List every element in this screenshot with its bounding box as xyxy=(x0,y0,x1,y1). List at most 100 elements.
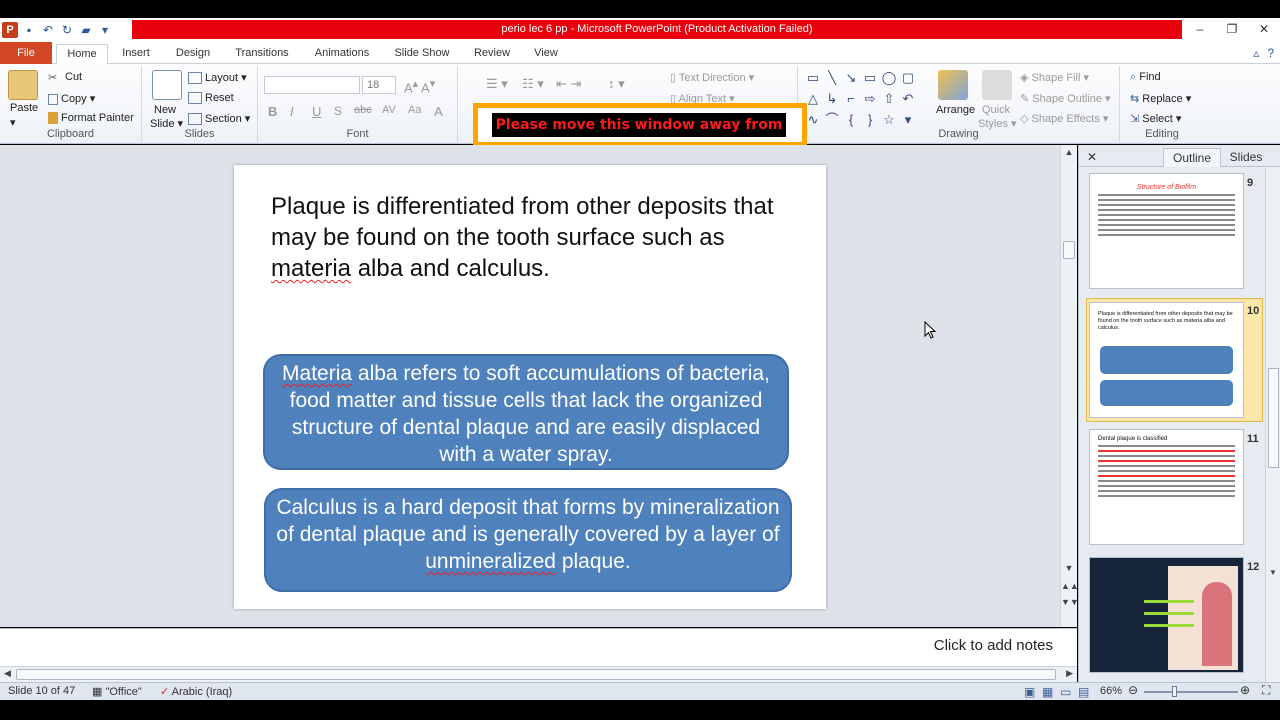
find-button[interactable]: ⌕ Find xyxy=(1130,71,1161,84)
overlay-warning-popup[interactable]: Please move this window away from xyxy=(473,103,807,147)
minimize-button[interactable]: – xyxy=(1184,18,1216,40)
tab-view[interactable]: View xyxy=(524,44,568,64)
calculus-box[interactable]: Calculus is a hard deposit that forms by… xyxy=(264,488,792,592)
strikethrough-icon[interactable]: abc xyxy=(354,104,372,116)
font-group: 18 A▴ A▾ B I U S abc AV Aa A Font xyxy=(258,66,458,142)
bullets-icon[interactable]: ☰ ▾ xyxy=(486,76,508,92)
tab-transitions[interactable]: Transitions xyxy=(228,44,296,64)
slide-editing-area[interactable]: Plaque is differentiated from other depo… xyxy=(0,145,1077,627)
maximize-button[interactable]: ❐ xyxy=(1216,18,1248,40)
slide-thumbnail-10[interactable]: Plaque is differentiated from other depo… xyxy=(1089,302,1244,418)
normal-view-icon[interactable]: ▣ xyxy=(1024,685,1035,699)
slide-title-text-1: Plaque is differentiated from other depo… xyxy=(271,193,774,251)
reset-label: Reset xyxy=(205,92,234,104)
replace-button[interactable]: ⇆ Replace ▾ xyxy=(1130,92,1191,105)
slide-thumbnail-11[interactable]: Dental plaque is classified xyxy=(1089,429,1244,545)
slide-thumbnail-12[interactable] xyxy=(1089,557,1244,673)
zoom-level[interactable]: 66% xyxy=(1100,685,1122,697)
underline-icon[interactable]: U xyxy=(312,104,321,119)
text-direction-button[interactable]: ▯ Text Direction ▾ xyxy=(670,71,754,84)
section-icon xyxy=(188,113,202,126)
reset-button[interactable]: Reset xyxy=(188,92,234,105)
slide-vertical-scrollbar[interactable]: ▲ ▼ ▲▲ ▼▼ xyxy=(1060,145,1079,627)
quick-styles-label[interactable]: Quick xyxy=(982,104,1010,116)
zoom-in-icon[interactable]: ⊕ xyxy=(1240,683,1250,697)
fit-to-window-icon[interactable]: ⛶ xyxy=(1262,683,1270,698)
language-indicator[interactable]: ✓ Arabic (Iraq) xyxy=(160,685,232,698)
overlay-warning-text: Please move this window away from xyxy=(492,113,786,137)
tab-animations[interactable]: Animations xyxy=(308,44,376,64)
new-slide-label[interactable]: New xyxy=(154,104,176,116)
font-size-dropdown[interactable]: 18 xyxy=(362,76,396,94)
previous-slide-icon[interactable]: ▲▲ xyxy=(1061,581,1079,591)
scroll-up-icon[interactable]: ▲ xyxy=(1061,147,1077,157)
horizontal-scrollbar[interactable]: ◀ ▶ xyxy=(0,666,1077,682)
italic-icon[interactable]: I xyxy=(290,104,294,119)
undo-icon[interactable]: ↶ xyxy=(40,22,56,38)
shape-effects-button[interactable]: ◇ Shape Effects ▾ xyxy=(1020,112,1108,125)
current-slide[interactable]: Plaque is differentiated from other depo… xyxy=(234,165,826,609)
tab-slides[interactable]: Slides xyxy=(1221,148,1271,167)
save-icon[interactable]: ▪ xyxy=(21,22,37,38)
scroll-left-icon[interactable]: ◀ xyxy=(4,668,11,679)
tab-review[interactable]: Review xyxy=(468,44,516,64)
zoom-slider-thumb[interactable] xyxy=(1172,686,1177,697)
shape-outline-button[interactable]: ✎ Shape Outline ▾ xyxy=(1020,92,1111,105)
format-painter-button[interactable]: Format Painter xyxy=(48,112,134,125)
shape-fill-button[interactable]: ◈ Shape Fill ▾ xyxy=(1020,71,1089,84)
powerpoint-logo-icon: P xyxy=(2,22,18,38)
line-spacing-icon[interactable]: ↕ ▾ xyxy=(608,76,625,92)
slide-sorter-icon[interactable]: ▦ xyxy=(1042,685,1053,699)
next-slide-icon[interactable]: ▼▼ xyxy=(1061,597,1079,607)
grow-font-icon[interactable]: A▴ A▾ xyxy=(404,77,435,95)
panel-scroll-thumb[interactable] xyxy=(1268,368,1279,468)
materia-alba-box[interactable]: Materia alba refers to soft accumulation… xyxy=(263,354,789,470)
panel-scrollbar[interactable]: ▼ xyxy=(1265,168,1280,682)
tab-file[interactable]: File xyxy=(0,42,52,64)
select-button[interactable]: ⇲ Select ▾ xyxy=(1130,112,1181,125)
decrease-indent-icon[interactable]: ⇤ ⇥ xyxy=(556,76,581,92)
tab-insert[interactable]: Insert xyxy=(112,44,160,64)
zoom-slider[interactable] xyxy=(1144,691,1238,693)
minimize-ribbon-icon[interactable]: ▵ xyxy=(1253,46,1259,60)
change-case-icon[interactable]: Aa xyxy=(408,104,421,116)
bold-icon[interactable]: B xyxy=(268,104,277,119)
tab-outline[interactable]: Outline xyxy=(1163,148,1221,167)
tab-home[interactable]: Home xyxy=(56,44,108,65)
slide-title[interactable]: Plaque is differentiated from other depo… xyxy=(271,191,801,284)
reading-view-icon[interactable]: ▭ xyxy=(1060,685,1071,699)
open-icon[interactable]: ▰ xyxy=(78,22,94,38)
font-color-icon[interactable]: A xyxy=(434,104,443,119)
customize-qat-icon[interactable]: ▾ xyxy=(97,22,113,38)
numbering-icon[interactable]: ☷ ▾ xyxy=(522,76,544,92)
materia-alba-text: alba refers to soft accumulations of bac… xyxy=(289,362,770,466)
font-name-dropdown[interactable] xyxy=(264,76,360,94)
slide-thumbnail-9[interactable]: Structure of Biofilm xyxy=(1089,173,1244,289)
horizontal-scroll-thumb[interactable] xyxy=(16,669,1056,680)
editing-group-label: Editing xyxy=(1145,128,1179,140)
tab-slideshow[interactable]: Slide Show xyxy=(388,44,456,64)
scroll-thumb[interactable] xyxy=(1063,241,1075,259)
ribbon-tabs: File Home Insert Design Transitions Anim… xyxy=(0,42,1280,65)
slideshow-view-icon[interactable]: ▤ xyxy=(1078,685,1089,699)
close-button[interactable]: ✕ xyxy=(1248,18,1280,40)
shadow-icon[interactable]: S xyxy=(334,104,342,118)
panel-scroll-down-icon[interactable]: ▼ xyxy=(1269,568,1277,577)
help-icon[interactable]: ? xyxy=(1267,46,1274,60)
notes-pane[interactable]: Click to add notes xyxy=(0,628,1077,666)
redo-icon[interactable]: ↻ xyxy=(59,22,75,38)
layout-button[interactable]: Layout ▾ xyxy=(188,71,247,85)
character-spacing-icon[interactable]: AV xyxy=(382,104,396,116)
arrange-button[interactable]: Arrange xyxy=(936,104,975,116)
scroll-right-icon[interactable]: ▶ xyxy=(1066,668,1073,679)
tab-design[interactable]: Design xyxy=(166,44,220,64)
cut-button[interactable]: ✂ Cut xyxy=(48,71,82,84)
thumb-10-box-2 xyxy=(1100,380,1233,406)
zoom-out-icon[interactable]: ⊖ xyxy=(1128,683,1138,697)
copy-button[interactable]: Copy ▾ xyxy=(48,92,95,105)
section-button[interactable]: Section ▾ xyxy=(188,112,250,126)
paste-button[interactable]: Paste xyxy=(10,102,38,114)
theme-indicator[interactable]: ▦ "Office" xyxy=(92,685,142,698)
close-panel-icon[interactable]: ✕ xyxy=(1085,148,1099,167)
scroll-down-icon[interactable]: ▼ xyxy=(1061,563,1077,573)
